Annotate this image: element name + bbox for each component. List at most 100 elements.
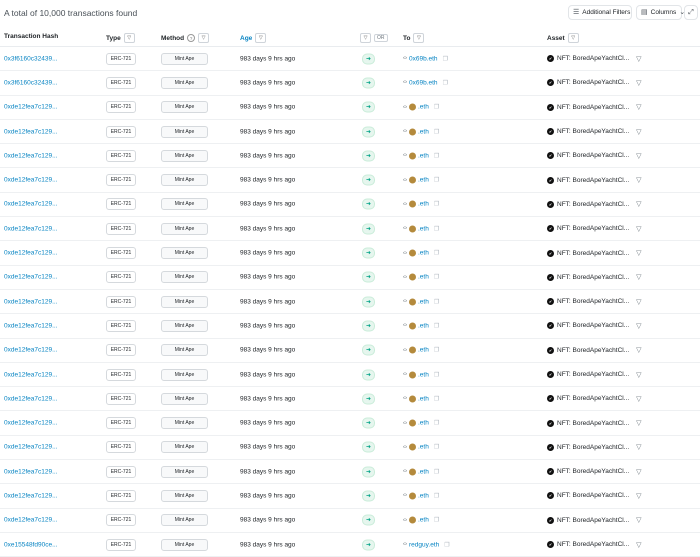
to-address-link[interactable]: .eth	[418, 128, 429, 135]
direction-toggle[interactable]: OR	[374, 34, 388, 42]
copy-icon[interactable]: ❐	[434, 420, 439, 427]
to-address-link[interactable]: redguy.eth	[409, 541, 439, 548]
to-address-link[interactable]: .eth	[418, 225, 429, 232]
asset-link[interactable]: NFT: BoredApeYachtCl...	[557, 201, 629, 208]
expand-button[interactable]: ⤢	[684, 5, 698, 20]
copy-icon[interactable]: ❐	[434, 152, 439, 159]
transaction-hash-link[interactable]: 0xde12fea7c129...	[4, 177, 66, 184]
transaction-hash-link[interactable]: 0xde12fea7c129...	[4, 104, 66, 111]
copy-icon[interactable]: ❐	[434, 201, 439, 208]
transaction-hash-link[interactable]: 0xe15548fd90ce...	[4, 541, 66, 548]
to-address-link[interactable]: .eth	[418, 177, 429, 184]
filter-icon[interactable]: ▽	[636, 225, 641, 233]
transaction-hash-link[interactable]: 0x3f6160c32439...	[4, 55, 66, 62]
to-address-link[interactable]: .eth	[418, 395, 429, 402]
filter-icon[interactable]: ▽	[636, 79, 641, 87]
filter-icon[interactable]: ▽	[636, 516, 641, 524]
filter-icon[interactable]: ▽	[636, 322, 641, 330]
filter-icon[interactable]: ▽	[636, 371, 641, 379]
transaction-hash-link[interactable]: 0xde12fea7c129...	[4, 128, 66, 135]
transaction-hash-link[interactable]: 0xde12fea7c129...	[4, 250, 66, 257]
filter-icon[interactable]: ▽	[636, 152, 641, 160]
asset-link[interactable]: NFT: BoredApeYachtCl...	[557, 298, 629, 305]
to-address-link[interactable]: .eth	[418, 274, 429, 281]
to-address-link[interactable]: .eth	[418, 250, 429, 257]
filter-icon[interactable]: ▽	[636, 346, 641, 354]
copy-icon[interactable]: ❐	[434, 104, 439, 111]
asset-link[interactable]: NFT: BoredApeYachtCl...	[557, 444, 629, 451]
to-address-link[interactable]: 0x69b.eth	[409, 55, 438, 62]
filter-icon[interactable]: ▽	[636, 395, 641, 403]
asset-link[interactable]: NFT: BoredApeYachtCl...	[557, 420, 629, 427]
filter-icon[interactable]: ▽	[636, 492, 641, 500]
transaction-hash-link[interactable]: 0xde12fea7c129...	[4, 322, 66, 329]
asset-link[interactable]: NFT: BoredApeYachtCl...	[557, 395, 629, 402]
copy-icon[interactable]: ❐	[434, 322, 439, 329]
to-address-link[interactable]: .eth	[418, 201, 429, 208]
transaction-hash-link[interactable]: 0xde12fea7c129...	[4, 298, 66, 305]
asset-link[interactable]: NFT: BoredApeYachtCl...	[557, 225, 629, 232]
filter-icon[interactable]: ▽	[567, 33, 579, 43]
asset-link[interactable]: NFT: BoredApeYachtCl...	[557, 541, 629, 548]
filter-icon[interactable]: ▽	[636, 273, 641, 281]
filter-icon[interactable]: ▽	[636, 443, 641, 451]
transaction-hash-link[interactable]: 0xde12fea7c129...	[4, 152, 66, 159]
to-address-link[interactable]: .eth	[418, 152, 429, 159]
filter-icon[interactable]: ▽	[255, 33, 267, 43]
to-address-link[interactable]: .eth	[418, 517, 429, 524]
filter-icon[interactable]: ▽	[636, 176, 641, 184]
copy-icon[interactable]: ❐	[434, 250, 439, 257]
copy-icon[interactable]: ❐	[434, 371, 439, 378]
asset-link[interactable]: NFT: BoredApeYachtCl...	[557, 492, 629, 499]
transaction-hash-link[interactable]: 0xde12fea7c129...	[4, 492, 66, 499]
copy-icon[interactable]: ❐	[434, 177, 439, 184]
asset-link[interactable]: NFT: BoredApeYachtCl...	[557, 152, 629, 159]
to-address-link[interactable]: .eth	[418, 322, 429, 329]
filter-icon[interactable]: ▽	[636, 249, 641, 257]
filter-icon[interactable]: ▽	[636, 103, 641, 111]
header-age-label[interactable]: Age	[240, 35, 252, 42]
filter-icon[interactable]: ▽	[636, 419, 641, 427]
copy-icon[interactable]: ❐	[434, 395, 439, 402]
asset-link[interactable]: NFT: BoredApeYachtCl...	[557, 371, 629, 378]
copy-icon[interactable]: ❐	[434, 347, 439, 354]
filter-icon[interactable]: ▽	[198, 33, 210, 43]
header-age[interactable]: Age ▽	[240, 33, 267, 43]
filter-icon[interactable]: ▽	[413, 33, 425, 43]
copy-icon[interactable]: ❐	[434, 492, 439, 499]
copy-icon[interactable]: ❐	[434, 225, 439, 232]
filter-icon[interactable]: ▽	[360, 33, 371, 43]
transaction-hash-link[interactable]: 0xde12fea7c129...	[4, 371, 66, 378]
copy-icon[interactable]: ❐	[434, 298, 439, 305]
to-address-link[interactable]: .eth	[418, 104, 429, 111]
copy-icon[interactable]: ❐	[444, 541, 449, 548]
filter-icon[interactable]: ▽	[636, 541, 641, 549]
transaction-hash-link[interactable]: 0xde12fea7c129...	[4, 201, 66, 208]
to-address-link[interactable]: .eth	[418, 468, 429, 475]
columns-button[interactable]: ▤ Columns ⌄	[636, 5, 685, 20]
copy-icon[interactable]: ❐	[434, 128, 439, 135]
additional-filters-button[interactable]: ☰ Additional Filters	[568, 5, 632, 20]
filter-icon[interactable]: ▽	[123, 33, 135, 43]
asset-link[interactable]: NFT: BoredApeYachtCl...	[557, 128, 629, 135]
copy-icon[interactable]: ❐	[434, 444, 439, 451]
asset-link[interactable]: NFT: BoredApeYachtCl...	[557, 250, 629, 257]
asset-link[interactable]: NFT: BoredApeYachtCl...	[557, 177, 629, 184]
asset-link[interactable]: NFT: BoredApeYachtCl...	[557, 79, 629, 86]
to-address-link[interactable]: .eth	[418, 492, 429, 499]
to-address-link[interactable]: .eth	[418, 444, 429, 451]
transaction-hash-link[interactable]: 0xde12fea7c129...	[4, 225, 66, 232]
asset-link[interactable]: NFT: BoredApeYachtCl...	[557, 104, 629, 111]
transaction-hash-link[interactable]: 0xde12fea7c129...	[4, 274, 66, 281]
transaction-hash-link[interactable]: 0xde12fea7c129...	[4, 395, 66, 402]
transaction-hash-link[interactable]: 0xde12fea7c129...	[4, 444, 66, 451]
filter-icon[interactable]: ▽	[636, 55, 641, 63]
to-address-link[interactable]: .eth	[418, 371, 429, 378]
filter-icon[interactable]: ▽	[636, 128, 641, 136]
transaction-hash-link[interactable]: 0xde12fea7c129...	[4, 517, 66, 524]
to-address-link[interactable]: .eth	[418, 420, 429, 427]
filter-icon[interactable]: ▽	[636, 298, 641, 306]
asset-link[interactable]: NFT: BoredApeYachtCl...	[557, 347, 629, 354]
to-address-link[interactable]: .eth	[418, 347, 429, 354]
copy-icon[interactable]: ❐	[434, 468, 439, 475]
